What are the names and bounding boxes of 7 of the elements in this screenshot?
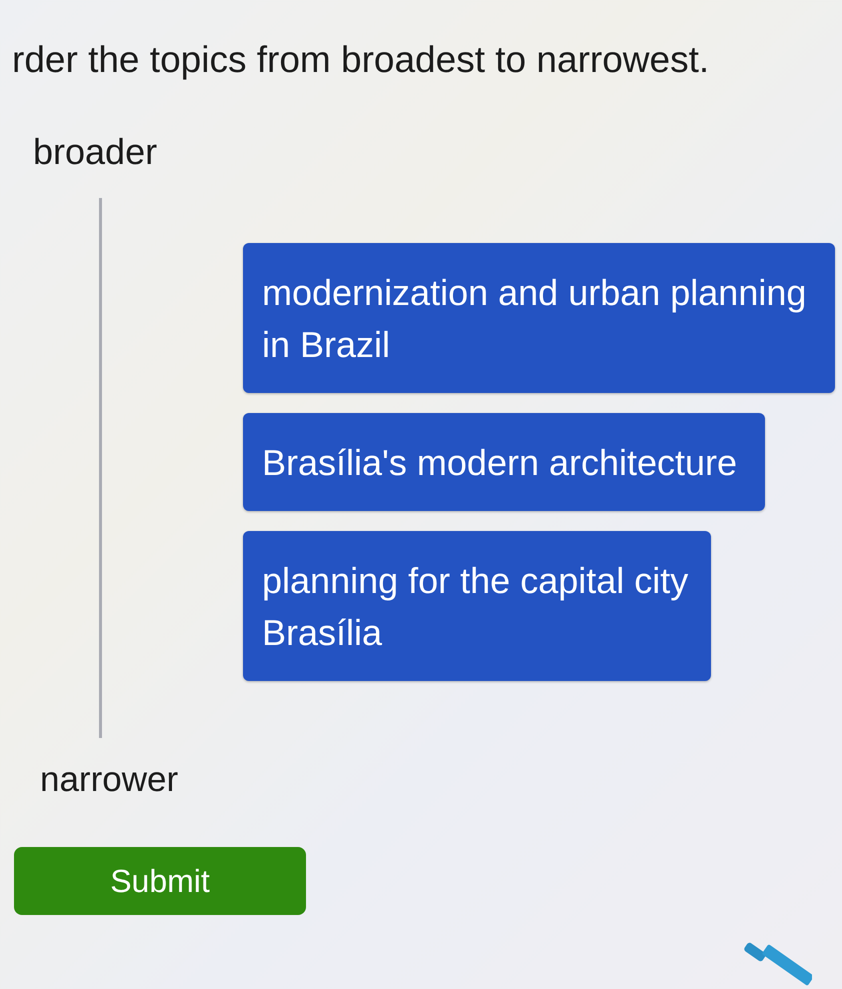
submit-button[interactable]: Submit <box>14 847 306 915</box>
instruction-text: rder the topics from broadest to narrowest. <box>12 38 710 82</box>
scale-bottom-label: narrower <box>40 760 178 800</box>
scale-top-label: broader <box>33 132 158 172</box>
topic-card[interactable]: Brasília's modern architecture <box>243 413 765 511</box>
topic-card[interactable]: planning for the capital city Brasília <box>243 531 711 681</box>
topic-card[interactable]: modernization and urban planning in Brazil <box>243 243 835 393</box>
